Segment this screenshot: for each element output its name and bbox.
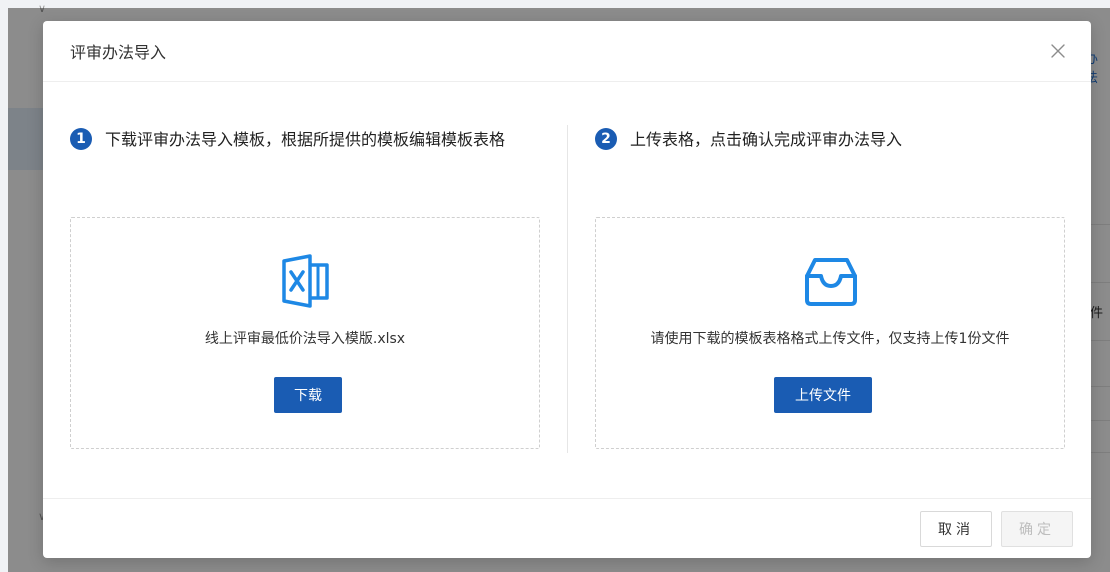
inbox-tray-icon — [802, 252, 860, 310]
step-instruction: 下载评审办法导入模板，根据所提供的模板编辑模板表格 — [105, 130, 506, 149]
download-template-box: 线上评审最低价法导入模版.xlsx 下载 — [70, 217, 540, 449]
confirm-button[interactable]: 确定 — [1001, 511, 1073, 547]
modal-header: 评审办法导入 — [43, 21, 1091, 82]
import-modal: 评审办法导入 1 下载评审办法导入模板，根据所提供的模板编辑模板表格 2 上传表… — [43, 21, 1091, 558]
step-number-badge: 1 — [70, 128, 92, 150]
upload-file-box[interactable]: 请使用下载的模板表格格式上传文件，仅支持上传1份文件 上传文件 — [595, 217, 1065, 449]
close-icon[interactable] — [1048, 41, 1068, 61]
excel-file-icon — [277, 252, 335, 310]
upload-hint: 请使用下载的模板表格格式上传文件，仅支持上传1份文件 — [650, 331, 1010, 347]
step-divider — [567, 125, 568, 453]
modal-footer: 取消 确定 — [43, 498, 1091, 558]
template-file-name: 线上评审最低价法导入模版.xlsx — [204, 331, 406, 347]
step-number-badge: 2 — [595, 128, 617, 150]
upload-file-button[interactable]: 上传文件 — [774, 377, 872, 413]
cancel-button[interactable]: 取消 — [920, 511, 992, 547]
download-button[interactable]: 下载 — [274, 377, 342, 413]
modal-title: 评审办法导入 — [70, 43, 167, 62]
step-instruction: 上传表格，点击确认完成评审办法导入 — [630, 130, 903, 149]
